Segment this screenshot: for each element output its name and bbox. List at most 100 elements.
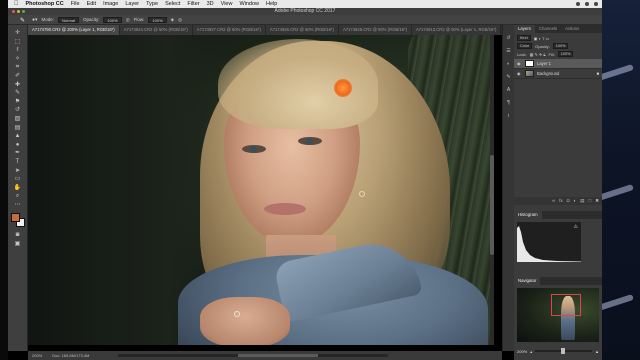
- zoom-slider-knob[interactable]: [560, 348, 565, 354]
- menu-image[interactable]: Image: [103, 1, 118, 7]
- screen-mode-icon[interactable]: ▣: [12, 240, 24, 249]
- history-panel-icon[interactable]: ↺: [505, 35, 512, 42]
- navigator-preview[interactable]: [517, 288, 599, 342]
- type-tool-icon[interactable]: T: [12, 158, 24, 167]
- move-tool-icon[interactable]: ✛: [12, 29, 24, 38]
- mode-select[interactable]: Normal: [58, 16, 79, 23]
- layer-row[interactable]: ◉ Background ■: [514, 69, 602, 79]
- hand-tool-icon[interactable]: ✋: [12, 184, 24, 193]
- menu-select[interactable]: Select: [165, 1, 180, 7]
- character-panel-icon[interactable]: A: [505, 87, 512, 94]
- blend-mode-select[interactable]: Color: [517, 43, 533, 49]
- fill-field[interactable]: 100%: [557, 51, 574, 57]
- marquee-tool-icon[interactable]: ⬚: [12, 38, 24, 47]
- quick-select-tool-icon[interactable]: ✧: [12, 55, 24, 64]
- menu-edit[interactable]: Edit: [87, 1, 96, 7]
- apple-icon[interactable]: : [14, 1, 19, 7]
- menu-type[interactable]: Type: [146, 1, 158, 7]
- new-layer-icon[interactable]: □: [589, 197, 592, 205]
- airbrush-icon[interactable]: ◈: [171, 17, 174, 23]
- visibility-eye-icon[interactable]: ◉: [517, 61, 522, 66]
- histogram-warning-icon[interactable]: ⚠: [574, 224, 578, 230]
- adjustments-panel-icon[interactable]: ◐: [505, 61, 512, 68]
- layer-name[interactable]: Layer 1: [537, 61, 551, 66]
- navigator-zoom-slider[interactable]: [535, 348, 593, 354]
- document-canvas[interactable]: [28, 35, 494, 345]
- healing-brush-tool-icon[interactable]: ✚: [12, 81, 24, 90]
- layer-row[interactable]: ◉ Layer 1: [514, 59, 602, 69]
- minimize-window-icon[interactable]: [17, 10, 20, 13]
- delete-layer-icon[interactable]: ✖: [595, 197, 599, 205]
- brush-panel-icon[interactable]: ✎: [505, 74, 512, 81]
- brush-tool-preset-icon[interactable]: ✎: [20, 17, 25, 24]
- zoom-tool-icon[interactable]: ⌕: [12, 192, 24, 201]
- lock-icons[interactable]: ▦ ✎ ✛ 🔒︎: [530, 52, 546, 57]
- menu-3d[interactable]: 3D: [207, 1, 214, 7]
- dodge-tool-icon[interactable]: ●: [12, 141, 24, 150]
- menu-help[interactable]: Help: [266, 1, 277, 7]
- adjustment-layer-icon[interactable]: ◐: [574, 197, 577, 205]
- flow-field[interactable]: 100%: [148, 16, 167, 23]
- link-layers-icon[interactable]: ∞: [552, 197, 555, 205]
- history-brush-tool-icon[interactable]: ↺: [12, 106, 24, 115]
- paragraph-panel-icon[interactable]: ¶: [505, 100, 512, 107]
- color-swatches[interactable]: [10, 213, 25, 228]
- document-tab[interactable]: A7174924.CR2 @ 50% (RGB/16*): [119, 25, 193, 35]
- shape-tool-icon[interactable]: ▭: [12, 175, 24, 184]
- menu-layer[interactable]: Layer: [125, 1, 139, 7]
- document-tab[interactable]: A7174913.CR2 @ 50% (Layer 1, RGB/16*): [412, 25, 502, 35]
- menu-view[interactable]: View: [221, 1, 233, 7]
- layer-opacity-field[interactable]: 100%: [552, 43, 569, 49]
- gradient-tool-icon[interactable]: ▤: [12, 124, 24, 133]
- navigator-zoom-value[interactable]: 200%: [517, 349, 527, 354]
- document-tab[interactable]: A7174927.CR2 @ 50% (RGB/16*): [192, 25, 266, 35]
- pressure-size-icon[interactable]: ◎: [178, 17, 182, 23]
- tab-navigator[interactable]: Navigator: [514, 277, 541, 285]
- document-tab[interactable]: A7174928.CR2 @ 50% (RGB/16*): [338, 25, 413, 35]
- opacity-field[interactable]: 100%: [103, 16, 122, 23]
- status-icon[interactable]: [576, 2, 580, 6]
- pressure-opacity-icon[interactable]: ◎: [126, 17, 130, 23]
- tab-layers[interactable]: Layers: [514, 25, 535, 33]
- status-icon[interactable]: [594, 2, 598, 6]
- foreground-color-swatch[interactable]: [10, 213, 20, 223]
- brush-size-picker[interactable]: ●▾: [32, 17, 38, 23]
- canvas-vertical-scrollbar[interactable]: [490, 35, 494, 345]
- more-tools-icon[interactable]: ⋯: [12, 201, 24, 210]
- scrollbar-thumb[interactable]: [490, 155, 494, 255]
- navigator-view-box[interactable]: [551, 294, 581, 316]
- tab-channels[interactable]: Channels: [535, 25, 561, 33]
- info-panel-icon[interactable]: i: [505, 113, 512, 120]
- add-mask-icon[interactable]: ◘: [567, 197, 570, 205]
- crop-tool-icon[interactable]: ⌗: [12, 63, 24, 72]
- scrollbar-thumb[interactable]: [238, 354, 318, 357]
- quick-mask-icon[interactable]: ◙: [12, 231, 24, 240]
- zoom-out-icon[interactable]: ▴: [530, 349, 532, 354]
- properties-panel-icon[interactable]: ☰: [505, 48, 512, 55]
- zoom-window-icon[interactable]: [22, 10, 25, 13]
- blur-tool-icon[interactable]: ▲: [12, 132, 24, 141]
- eraser-tool-icon[interactable]: ▧: [12, 115, 24, 124]
- tab-histogram[interactable]: Histogram: [514, 211, 542, 219]
- status-doc-size[interactable]: Doc: 165.8M/173.4M: [52, 353, 89, 358]
- menu-file[interactable]: File: [71, 1, 80, 7]
- menu-filter[interactable]: Filter: [187, 1, 199, 7]
- clone-stamp-tool-icon[interactable]: ⚑: [12, 98, 24, 107]
- brush-tool-icon[interactable]: ✎: [12, 89, 24, 98]
- path-select-tool-icon[interactable]: ➤: [12, 167, 24, 176]
- layer-name[interactable]: Background: [537, 71, 559, 76]
- canvas-horizontal-scrollbar[interactable]: [118, 354, 388, 357]
- layer-filter-kind[interactable]: Kind: [517, 35, 531, 41]
- menu-app-name[interactable]: Photoshop CC: [26, 1, 64, 7]
- lasso-tool-icon[interactable]: ℓ: [12, 46, 24, 55]
- close-window-icon[interactable]: [12, 10, 15, 13]
- document-tab[interactable]: A7174790.CR2 @ 200% (Layer 1, RGB/16*): [28, 25, 120, 35]
- filter-icons[interactable]: ▣ ◐ T ▭: [534, 36, 550, 41]
- tab-actions[interactable]: Actions: [561, 25, 583, 33]
- document-tab[interactable]: A7174926.CR2 @ 50% (RGB/16*): [265, 25, 339, 35]
- new-group-icon[interactable]: ▤: [580, 197, 584, 205]
- status-zoom[interactable]: 200%: [32, 353, 42, 358]
- zoom-in-icon[interactable]: ▲: [595, 349, 599, 354]
- pen-tool-icon[interactable]: ✒: [12, 149, 24, 158]
- menu-window[interactable]: Window: [239, 1, 259, 7]
